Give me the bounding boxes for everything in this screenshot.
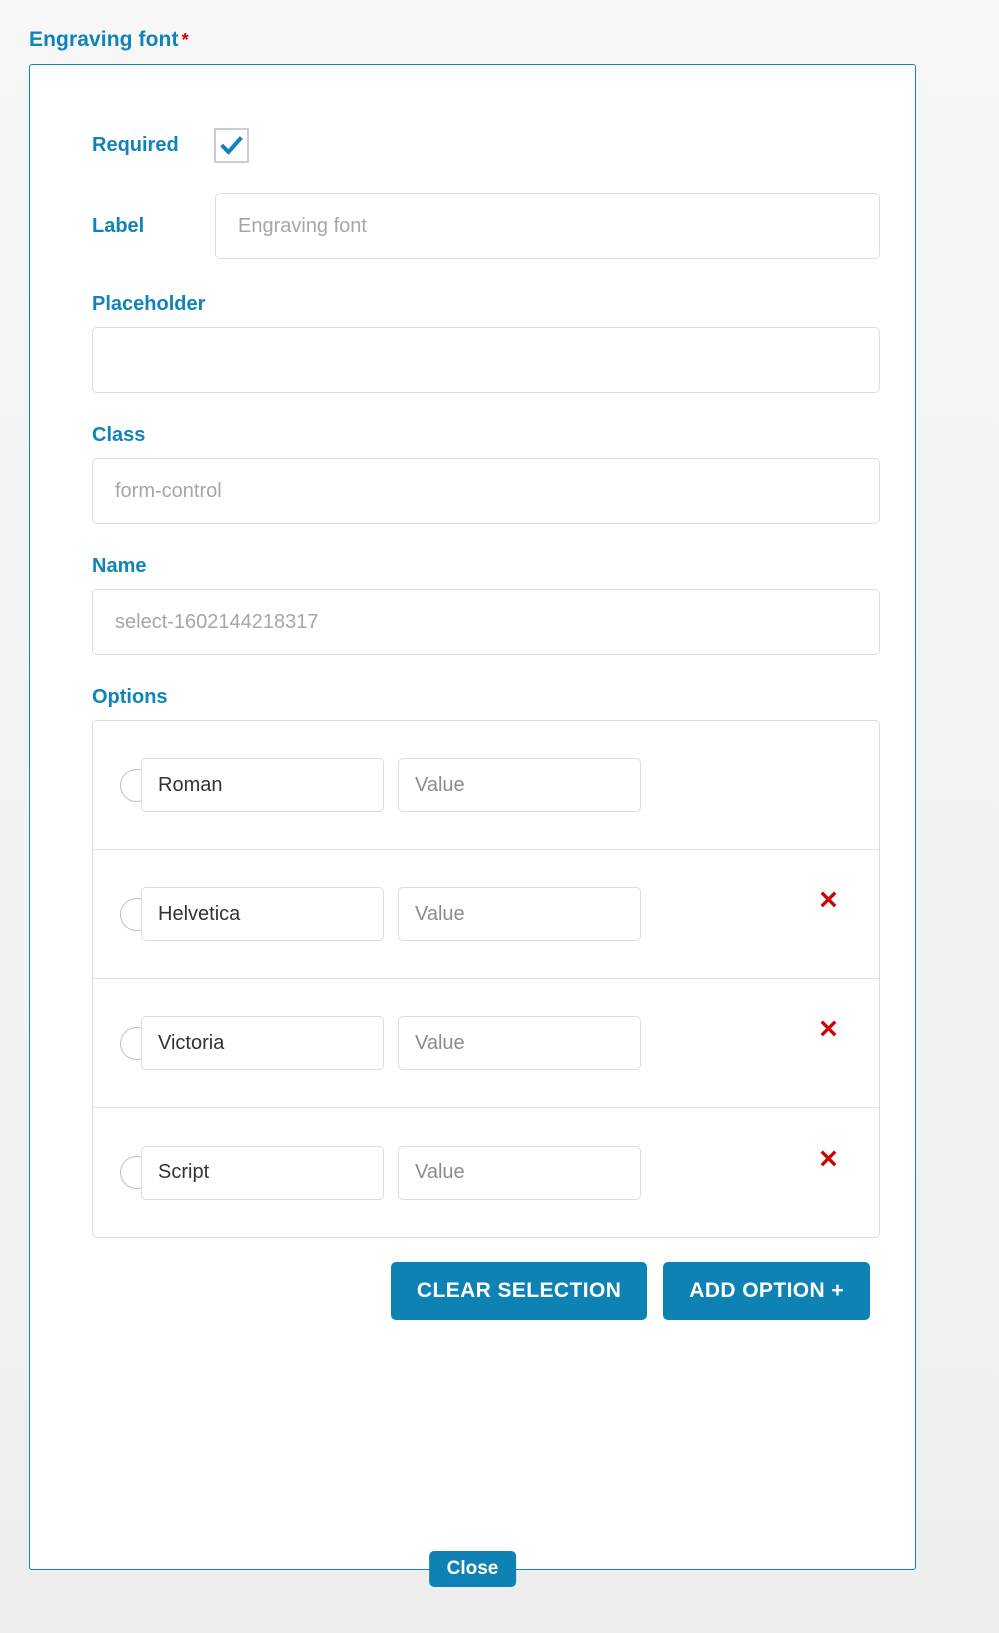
remove-option-button[interactable]: ✕ — [818, 1147, 839, 1172]
option-value-input[interactable] — [398, 758, 641, 812]
option-text-input[interactable] — [141, 1016, 384, 1070]
option-text-input[interactable] — [141, 1145, 384, 1200]
field-heading-text: Engraving font — [29, 28, 179, 51]
field-heading: Engraving font * — [29, 28, 189, 52]
name-input[interactable] — [92, 589, 880, 655]
close-button[interactable]: Close — [428, 1551, 517, 1587]
option-row: ✕ — [93, 979, 879, 1108]
label-input[interactable] — [215, 193, 880, 259]
option-value-input[interactable] — [398, 1016, 641, 1070]
option-value-input[interactable] — [398, 887, 641, 941]
name-field-label: Name — [92, 555, 147, 577]
option-value-input[interactable] — [398, 1145, 641, 1200]
options-list: ✕ ✕ — [92, 720, 880, 1238]
required-label: Required — [92, 133, 179, 156]
required-checkbox[interactable] — [214, 127, 249, 163]
remove-option-button[interactable]: ✕ — [818, 886, 839, 915]
options-group: Options ✕ — [92, 686, 880, 1320]
placeholder-input[interactable] — [92, 327, 880, 393]
add-option-button[interactable]: ADD OPTION + — [663, 1262, 870, 1320]
check-icon — [220, 135, 243, 155]
option-row — [93, 721, 879, 850]
close-x-icon: ✕ — [818, 1145, 839, 1173]
clear-selection-button[interactable]: CLEAR SELECTION — [390, 1262, 648, 1320]
required-row: Required — [92, 125, 880, 165]
label-field-label: Label — [92, 214, 145, 237]
class-field-label: Class — [92, 424, 146, 446]
option-row: ✕ — [93, 850, 879, 979]
name-field-group: Name — [92, 555, 880, 655]
close-x-icon: ✕ — [818, 1015, 839, 1044]
placeholder-field-group: Placeholder — [92, 293, 880, 393]
field-settings-panel: Required Label Placeholder Class — [29, 64, 916, 1587]
close-x-icon: ✕ — [818, 886, 839, 915]
class-field-group: Class — [92, 424, 880, 524]
required-star: * — [181, 30, 189, 50]
option-row: ✕ — [93, 1108, 879, 1237]
placeholder-field-label: Placeholder — [92, 293, 206, 315]
option-text-input[interactable] — [141, 758, 384, 812]
panel-content: Required Label Placeholder Class — [30, 65, 915, 1320]
option-text-input[interactable] — [141, 887, 384, 941]
options-actions: CLEAR SELECTION ADD OPTION + — [92, 1262, 880, 1320]
options-label: Options — [92, 686, 168, 708]
remove-option-button[interactable]: ✕ — [818, 1015, 839, 1044]
field-editor-page: Engraving font* Required Label Placehold… — [0, 0, 999, 1633]
label-field-row: Label — [92, 193, 880, 259]
class-input[interactable] — [92, 458, 880, 524]
